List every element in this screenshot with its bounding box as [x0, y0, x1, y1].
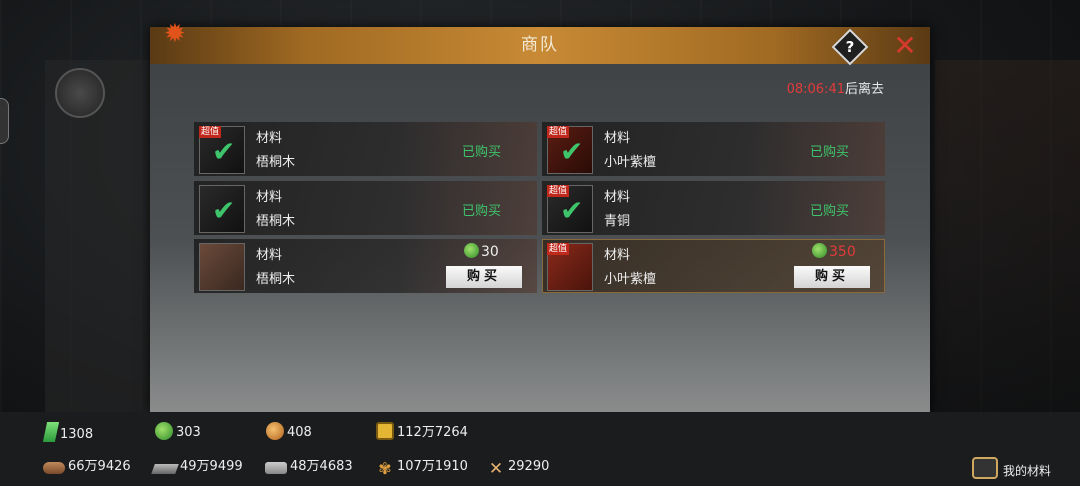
resource-value: 1308 — [60, 427, 94, 442]
chest-icon — [972, 457, 998, 479]
item-category: 材料 — [256, 190, 283, 205]
jade-icon — [42, 422, 60, 442]
item-icon: ✔ 超值 — [547, 126, 593, 174]
item-price: 350 — [812, 243, 856, 260]
resource-wood: 66万9426 — [43, 457, 131, 477]
stone-icon — [265, 462, 287, 474]
buy-button[interactable]: 购买 — [794, 266, 870, 288]
item-name: 青铜 — [604, 214, 631, 229]
item-category: 材料 — [256, 131, 283, 146]
check-icon: ✔ — [560, 194, 584, 227]
leave-timer: 08:06:41后离去 — [784, 78, 884, 97]
item-category: 材料 — [604, 190, 631, 205]
value-badge: 超值 — [547, 126, 570, 138]
item-category: 材料 — [256, 248, 283, 263]
background-profile-panel — [45, 60, 155, 415]
copper-coin-icon — [376, 422, 394, 440]
resource-troops: ✕ 29290 — [487, 457, 550, 479]
resource-green-coin: 303 — [155, 422, 201, 442]
item-name: 梧桐木 — [256, 272, 296, 287]
item-name: 小叶紫檀 — [604, 272, 657, 287]
background-scenery — [935, 60, 1080, 415]
item-price: 30 — [464, 243, 499, 260]
red-wood-icon: 超值 — [547, 243, 593, 291]
item-card[interactable]: ✔ 超值 材料 青铜 已购买 — [542, 181, 885, 235]
resource-gold-coin: 408 — [266, 422, 312, 442]
value-badge: 超值 — [547, 185, 570, 197]
check-icon: ✔ — [560, 135, 584, 168]
timer-suffix: 后离去 — [844, 82, 884, 97]
avatar — [55, 68, 105, 118]
item-name: 小叶紫檀 — [604, 155, 657, 170]
value-badge: 超值 — [547, 243, 570, 255]
wood-icon — [43, 462, 65, 474]
purchased-status: 已购买 — [810, 204, 850, 219]
price-value: 30 — [481, 244, 499, 260]
green-coin-icon — [464, 243, 479, 258]
iron-ingot-icon — [151, 464, 179, 474]
question-icon[interactable]: ? — [837, 34, 863, 60]
resource-value: 303 — [176, 425, 201, 440]
item-icon: ✔ 超值 — [547, 185, 593, 233]
check-icon: ✔ — [212, 135, 236, 168]
gold-coin-icon — [266, 422, 284, 440]
resource-money: 112万7264 — [376, 422, 468, 442]
resource-value: 408 — [287, 425, 312, 440]
item-category: 材料 — [604, 248, 631, 263]
close-button[interactable]: ✕ — [890, 31, 920, 61]
item-card[interactable]: 超值 材料 小叶紫檀 350 购买 — [542, 239, 885, 293]
side-tab — [0, 98, 9, 144]
purchased-status: 已购买 — [810, 145, 850, 160]
item-name: 梧桐木 — [256, 214, 296, 229]
item-card[interactable]: ✔ 材料 梧桐木 已购买 — [194, 181, 537, 235]
item-name: 梧桐木 — [256, 155, 296, 170]
green-coin-icon — [155, 422, 173, 440]
resource-iron: 49万9499 — [151, 457, 243, 477]
resource-jade: 1308 — [42, 422, 94, 442]
resource-value: 48万4683 — [290, 459, 353, 474]
item-icon: ✔ 超值 — [199, 126, 245, 174]
timer-value: 08:06:41 — [786, 82, 845, 97]
resource-value: 29290 — [508, 459, 550, 474]
item-card[interactable]: 材料 梧桐木 30 购买 — [194, 239, 537, 293]
buy-button[interactable]: 购买 — [446, 266, 522, 288]
resource-grain: ✾ 107万1910 — [376, 457, 468, 478]
purchased-status: 已购买 — [462, 204, 502, 219]
check-icon: ✔ — [212, 194, 236, 227]
resource-stone: 48万4683 — [265, 457, 353, 477]
green-coin-icon — [812, 243, 827, 258]
purchased-status: 已购买 — [462, 145, 502, 160]
resource-value: 66万9426 — [68, 459, 131, 474]
value-badge: 超值 — [199, 126, 222, 138]
caravan-dialog: ✹ 商队 ? ✕ 08:06:41后离去 ✔ 超值 材料 梧桐木 已购买 ✔ 超… — [150, 19, 930, 412]
crossed-swords-icon: ✕ — [488, 459, 504, 479]
dialog-title: 商队 — [521, 35, 559, 55]
resource-value: 107万1910 — [397, 459, 468, 474]
item-icon: ✔ — [199, 185, 245, 233]
grain-icon: ✾ — [378, 459, 392, 478]
my-materials-button[interactable]: 我的材料 — [972, 457, 1051, 479]
resource-value: 49万9499 — [180, 459, 243, 474]
my-materials-label: 我的材料 — [1003, 464, 1052, 478]
item-category: 材料 — [604, 131, 631, 146]
wood-logs-icon — [199, 243, 245, 291]
resource-value: 112万7264 — [397, 425, 468, 440]
price-value: 350 — [829, 244, 856, 260]
item-card[interactable]: ✔ 超值 材料 小叶紫檀 已购买 — [542, 122, 885, 176]
item-card[interactable]: ✔ 超值 材料 梧桐木 已购买 — [194, 122, 537, 176]
